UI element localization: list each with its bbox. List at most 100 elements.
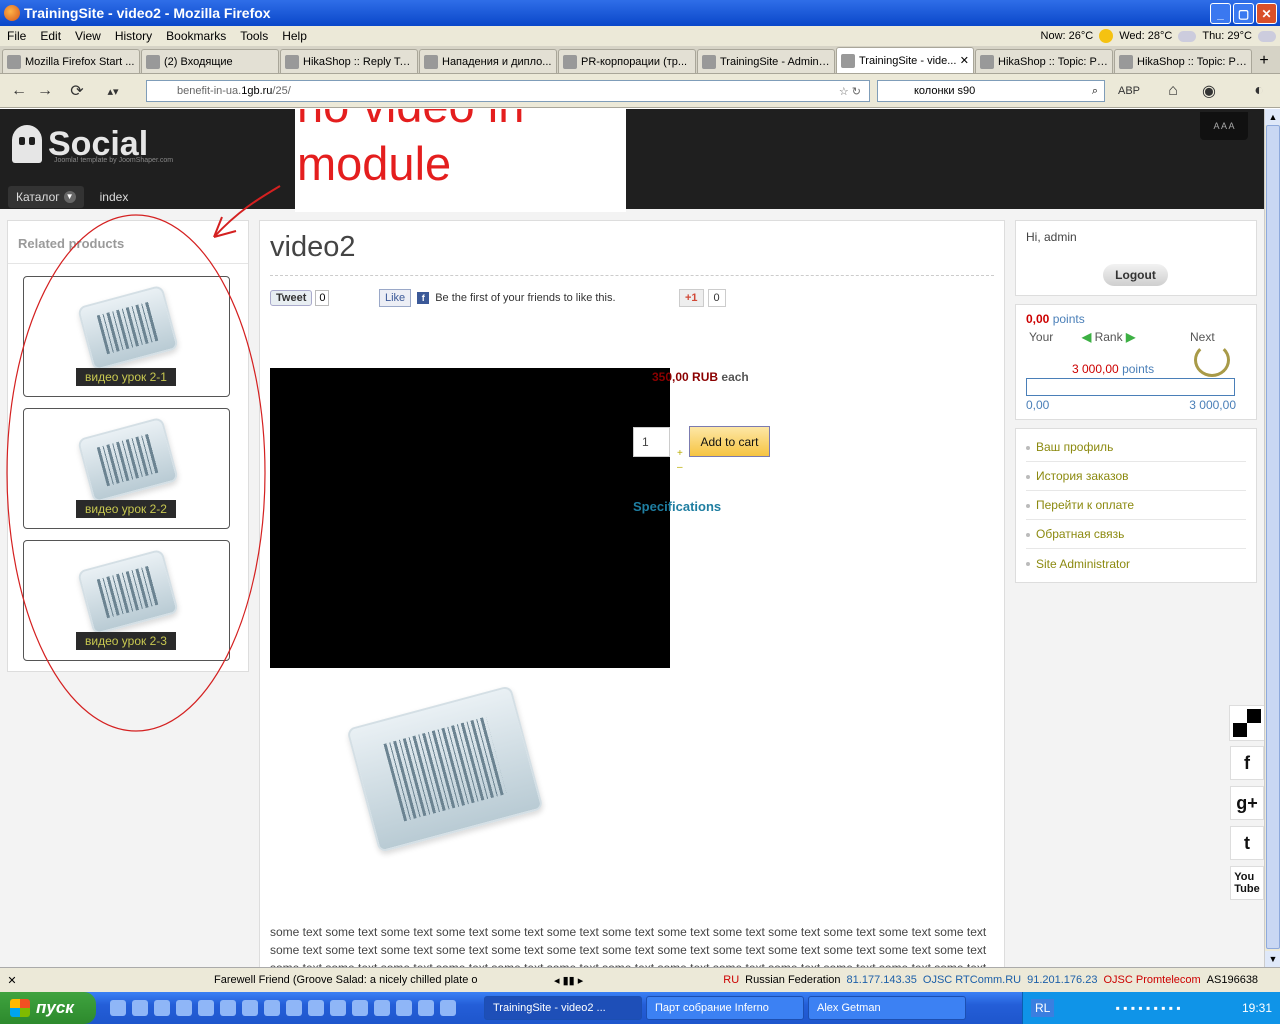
quick-launch-icon[interactable] — [374, 1000, 390, 1016]
now-playing[interactable]: Farewell Friend (Groove Salad: a nicely … — [214, 974, 482, 986]
quick-launch-icon[interactable] — [396, 1000, 412, 1016]
quick-launch-icon[interactable] — [242, 1000, 258, 1016]
menu-tools[interactable]: Tools — [233, 29, 275, 43]
qty-minus[interactable]: – — [677, 461, 683, 475]
vertical-scrollbar[interactable]: ▲ ▼ — [1264, 109, 1280, 967]
adblock-icon[interactable]: ABP — [1118, 80, 1140, 102]
quick-launch-icon[interactable] — [264, 1000, 280, 1016]
like-button[interactable]: Like — [379, 289, 412, 307]
url-bar[interactable]: benefit-in-ua. 1gb.ru/25/ ☆ ↻ — [146, 80, 870, 102]
scroll-thumb[interactable] — [1266, 125, 1280, 949]
related-product-label[interactable]: видео урок 2-2 — [76, 500, 176, 518]
quick-launch-icon[interactable] — [286, 1000, 302, 1016]
nav-catalog[interactable]: Каталог ▼ — [8, 185, 84, 208]
twitter-icon[interactable]: t — [1230, 826, 1264, 860]
facebook-icon[interactable]: f — [1230, 746, 1264, 780]
taskbar-button-chat[interactable]: Alex Getman — [808, 996, 966, 1020]
forward-icon[interactable]: → — [34, 80, 56, 102]
quantity-stepper[interactable]: + – — [677, 447, 683, 475]
related-product-card[interactable]: видео урок 2-2 — [23, 408, 230, 529]
taskbar-button-firefox[interactable]: TrainingSite - video2 ... — [484, 996, 642, 1020]
quick-launch-icon[interactable] — [220, 1000, 236, 1016]
quick-launch-icon[interactable] — [110, 1000, 126, 1016]
font-size-switcher[interactable]: A A A — [1200, 112, 1248, 140]
quick-launch-icon[interactable] — [440, 1000, 456, 1016]
minimize-button[interactable]: _ — [1210, 3, 1231, 24]
quick-launch-icon[interactable] — [352, 1000, 368, 1016]
tray-icons[interactable]: ▪ ▪ ▪ ▪ ▪ ▪ ▪ ▪ ▪ — [1116, 1001, 1181, 1015]
browser-tab[interactable]: TrainingSite - vide... ✕ — [836, 47, 974, 73]
gplus-button[interactable]: +1 — [679, 289, 704, 307]
browser-tab[interactable]: TrainingSite - Adminis... — [697, 49, 835, 73]
browser-tab[interactable]: (2) Входящие — [141, 49, 279, 73]
site-logo[interactable]: Social Joomla! template by JoomShaper.co… — [12, 125, 173, 164]
eye-icon[interactable]: ◉ — [1198, 80, 1220, 102]
addon-icon[interactable]: ▴▾ — [102, 80, 124, 102]
search-icon[interactable]: ⌕ — [1092, 85, 1098, 98]
qty-plus[interactable]: + — [677, 447, 683, 461]
youtube-icon[interactable]: You Tube — [1230, 866, 1264, 900]
quick-launch-icon[interactable] — [154, 1000, 170, 1016]
close-tab-icon[interactable]: ✕ — [960, 54, 969, 67]
tweet-widget[interactable]: Tweet 0 — [270, 289, 330, 307]
close-icon[interactable]: ✕ — [0, 974, 24, 987]
quick-launch-icon[interactable] — [176, 1000, 192, 1016]
new-tab-button[interactable]: + — [1253, 49, 1275, 73]
browser-tab[interactable]: HikaShop :: Topic: Pr... — [1114, 49, 1252, 73]
menu-item-feedback[interactable]: Обратная связь — [1026, 520, 1246, 549]
product-main-image[interactable] — [346, 685, 544, 853]
home-icon[interactable]: ⌂ — [1162, 80, 1184, 102]
close-button[interactable]: ✕ — [1256, 3, 1277, 24]
media-controls-icon[interactable]: ◂ ▮▮ ▸ — [554, 974, 583, 987]
taskbar-button-chat[interactable]: Парт собрание Inferno — [646, 996, 804, 1020]
menu-bookmarks[interactable]: Bookmarks — [159, 29, 233, 43]
browser-tab[interactable]: HikaShop :: Topic: Pr... — [975, 49, 1113, 73]
menu-item-orders[interactable]: История заказов — [1026, 462, 1246, 491]
delicious-icon[interactable] — [1229, 705, 1264, 741]
sync-icon[interactable]: ◐ — [1248, 80, 1270, 102]
add-to-cart-button[interactable]: Add to cart — [689, 426, 770, 457]
menu-edit[interactable]: Edit — [33, 29, 68, 43]
search-input[interactable]: колонки s90 ⌕ — [877, 80, 1105, 102]
scroll-down-icon[interactable]: ▼ — [1265, 951, 1280, 967]
video-player[interactable] — [270, 368, 670, 668]
related-product-label[interactable]: видео урок 2-3 — [76, 632, 176, 650]
menu-file[interactable]: File — [0, 29, 33, 43]
menu-view[interactable]: View — [68, 29, 108, 43]
maximize-button[interactable]: ▢ — [1233, 3, 1254, 24]
start-button[interactable]: пуск — [0, 992, 96, 1024]
facebook-like-widget[interactable]: Like f Be the first of your friends to l… — [379, 289, 616, 307]
specifications-tab[interactable]: Specifications — [633, 499, 721, 514]
quick-launch-icon[interactable] — [198, 1000, 214, 1016]
quick-launch-icon[interactable] — [132, 1000, 148, 1016]
browser-tab[interactable]: PR-корпорации (тр... — [558, 49, 696, 73]
related-product-card[interactable]: видео урок 2-1 — [23, 276, 230, 397]
related-product-label[interactable]: видео урок 2-1 — [76, 368, 176, 386]
quick-launch-icon[interactable] — [330, 1000, 346, 1016]
cloud-icon — [1178, 30, 1197, 42]
browser-tab[interactable]: Нападения и дипло... — [419, 49, 557, 73]
menu-item-checkout[interactable]: Перейти к оплате — [1026, 491, 1246, 520]
nav-index[interactable]: index — [92, 186, 137, 208]
clock[interactable]: 19:31 — [1242, 1001, 1272, 1015]
related-product-card[interactable]: видео урок 2-3 — [23, 540, 230, 661]
weather-widget[interactable]: Now: 26°C Wed: 28°C Thu: 29°C — [1041, 26, 1280, 46]
google-plus-widget[interactable]: +1 0 — [679, 289, 726, 307]
menu-item-profile[interactable]: Ваш профиль — [1026, 433, 1246, 462]
google-plus-icon[interactable]: g+ — [1230, 786, 1264, 820]
scroll-up-icon[interactable]: ▲ — [1265, 109, 1280, 125]
quick-launch-icon[interactable] — [418, 1000, 434, 1016]
browser-tab[interactable]: Mozilla Firefox Start ... — [2, 49, 140, 73]
logout-button[interactable]: Logout — [1103, 264, 1168, 286]
quantity-input[interactable]: 1 — [633, 427, 670, 457]
language-indicator[interactable]: RL — [1031, 999, 1055, 1017]
browser-tab[interactable]: HikaShop :: Reply To... — [280, 49, 418, 73]
back-icon[interactable]: ← — [8, 80, 30, 102]
bookmark-star-icon[interactable]: ☆ ↻ — [839, 85, 861, 98]
menu-history[interactable]: History — [108, 29, 159, 43]
tweet-button[interactable]: Tweet — [270, 290, 313, 306]
menu-help[interactable]: Help — [275, 29, 314, 43]
menu-item-admin[interactable]: Site Administrator — [1026, 549, 1246, 578]
quick-launch-icon[interactable] — [308, 1000, 324, 1016]
reload-icon[interactable]: ⟳ — [66, 80, 88, 102]
